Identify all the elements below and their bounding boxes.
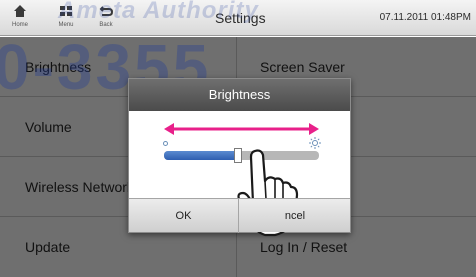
settings-item-label: Log In / Reset xyxy=(260,239,348,255)
ok-button[interactable]: OK xyxy=(129,199,239,233)
brightness-high-icon xyxy=(309,137,321,149)
settings-item-label: Screen Saver xyxy=(260,58,345,75)
home-label: Home xyxy=(11,22,28,28)
home-icon xyxy=(6,3,34,21)
cancel-button[interactable]: ncel xyxy=(240,199,350,233)
home-button[interactable]: Home xyxy=(6,3,34,33)
slider-fill xyxy=(164,151,239,160)
settings-item-label: Wireless Network xyxy=(25,178,134,195)
settings-item-label: Volume xyxy=(25,118,72,135)
watermark-brand: Ameta Authority xyxy=(58,0,259,24)
dialog-body xyxy=(129,111,350,237)
dialog-title: Brightness xyxy=(129,79,350,111)
brightness-dialog: Brightness OK ncel xyxy=(128,78,351,237)
double-arrow-icon xyxy=(164,123,319,135)
brightness-low-icon xyxy=(163,141,168,146)
settings-item-label: Update xyxy=(25,239,71,255)
datetime-display: 07.11.2011 01:48PM xyxy=(379,12,471,23)
dialog-button-bar: OK ncel xyxy=(129,198,350,233)
